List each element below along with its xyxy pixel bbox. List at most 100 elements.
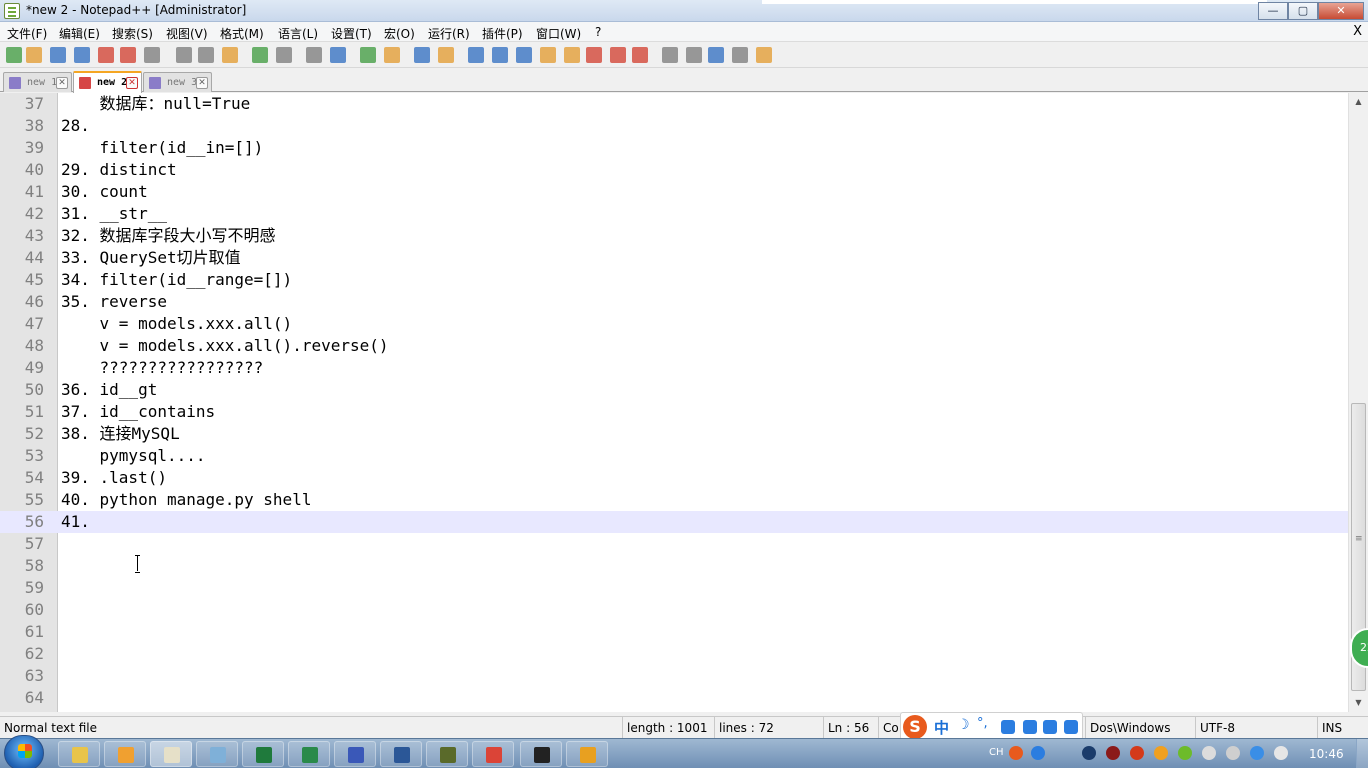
monitoring-icon[interactable] xyxy=(610,47,626,63)
menu-help[interactable]: ? xyxy=(595,25,601,39)
paste-icon[interactable] xyxy=(222,47,238,63)
editor-line[interactable]: 55 40. python manage.py shell xyxy=(0,489,1348,511)
editor-line[interactable]: 38 28. xyxy=(0,115,1348,137)
copy-icon[interactable] xyxy=(198,47,214,63)
taskbar-button-pycharm[interactable] xyxy=(520,741,562,767)
line-text[interactable]: v = models.xxx.all() xyxy=(61,313,293,335)
tray-language[interactable]: CH xyxy=(989,747,1004,758)
line-text[interactable]: 39. .last() xyxy=(61,467,167,489)
menu-window[interactable]: 窗口(W) xyxy=(536,25,581,42)
show-desktop-button[interactable] xyxy=(1356,739,1368,768)
editor-line[interactable]: 64 xyxy=(0,687,1348,709)
tray-device-icon[interactable] xyxy=(1202,746,1216,760)
editor-line[interactable]: 50 36. id__gt xyxy=(0,379,1348,401)
tab-new-1[interactable]: new 1 ✕ xyxy=(3,72,72,92)
plugin-icon[interactable] xyxy=(756,47,772,63)
menu-language[interactable]: 语言(L) xyxy=(278,25,318,42)
line-text[interactable]: 37. id__contains xyxy=(61,401,215,423)
taskbar-clock[interactable]: 10:46 xyxy=(1309,747,1344,761)
tab-close-icon[interactable]: ✕ xyxy=(56,77,68,89)
line-text[interactable]: v = models.xxx.all().reverse() xyxy=(61,335,389,357)
doc-map-icon[interactable] xyxy=(540,47,556,63)
editor-line[interactable]: 57 xyxy=(0,533,1348,555)
menu-file[interactable]: 文件(F) xyxy=(7,25,47,42)
line-text[interactable]: 40. python manage.py shell xyxy=(61,489,311,511)
replace-icon[interactable] xyxy=(330,47,346,63)
editor-line[interactable]: 61 xyxy=(0,621,1348,643)
redo-icon[interactable] xyxy=(276,47,292,63)
ime-chinese-mode[interactable]: 中 xyxy=(934,717,949,738)
sync-vertical-icon[interactable] xyxy=(414,47,430,63)
editor-line[interactable]: 43 32. 数据库字段大小写不明感 xyxy=(0,225,1348,247)
tray-record-icon[interactable] xyxy=(1130,746,1144,760)
menu-macro[interactable]: 宏(O) xyxy=(384,25,415,42)
save-all-icon[interactable] xyxy=(74,47,90,63)
editor-area[interactable]: 37 数据库：null=True 38 28. 39 filter(id__in=[]… xyxy=(0,93,1348,712)
close-window-button[interactable]: ✕ xyxy=(1318,2,1364,20)
editor-line[interactable]: 42 31. __str__ xyxy=(0,203,1348,225)
line-text[interactable]: 28. xyxy=(61,115,90,137)
editor-line[interactable]: 58 xyxy=(0,555,1348,577)
tray-flag-icon[interactable] xyxy=(1106,746,1120,760)
tray-display-icon[interactable] xyxy=(1250,746,1264,760)
undo-icon[interactable] xyxy=(252,47,268,63)
line-text[interactable]: 29. distinct xyxy=(61,159,177,181)
tray-app-icon[interactable] xyxy=(1154,746,1168,760)
macro-run-multiple-icon[interactable] xyxy=(708,47,724,63)
editor-line[interactable]: 63 xyxy=(0,665,1348,687)
menu-format[interactable]: 格式(M) xyxy=(220,25,264,42)
close-document-button[interactable]: X xyxy=(1353,24,1362,39)
word-wrap-icon[interactable] xyxy=(468,47,484,63)
taskbar-button-excel[interactable] xyxy=(242,741,284,767)
taskbar-button-network[interactable] xyxy=(426,741,468,767)
line-text[interactable]: 31. __str__ xyxy=(61,203,167,225)
editor-line[interactable]: 52 38. 连接MySQL xyxy=(0,423,1348,445)
sogou-logo-icon[interactable]: S xyxy=(903,715,927,739)
taskbar-button-app-c[interactable] xyxy=(288,741,330,767)
scroll-down-icon[interactable]: ▼ xyxy=(1349,694,1368,711)
line-text[interactable]: 41. xyxy=(61,511,90,533)
menu-settings[interactable]: 设置(T) xyxy=(331,25,372,42)
line-text[interactable]: pymysql.... xyxy=(61,445,206,467)
editor-line[interactable]: 45 34. filter(id__range=[]) xyxy=(0,269,1348,291)
menu-run[interactable]: 运行(R) xyxy=(428,25,470,42)
editor-line[interactable]: 53 pymysql.... xyxy=(0,445,1348,467)
editor-line[interactable]: 62 xyxy=(0,643,1348,665)
menu-plugins[interactable]: 插件(P) xyxy=(482,25,523,42)
scroll-up-icon[interactable]: ▲ xyxy=(1349,93,1368,110)
taskbar-button-paint[interactable] xyxy=(104,741,146,767)
print-icon[interactable] xyxy=(144,47,160,63)
open-file-icon[interactable] xyxy=(26,47,42,63)
taskbar-button-chrome[interactable] xyxy=(472,741,514,767)
line-text[interactable]: 32. 数据库字段大小写不明感 xyxy=(61,225,276,247)
line-text[interactable]: 36. id__gt xyxy=(61,379,157,401)
close-all-icon[interactable] xyxy=(120,47,136,63)
editor-line[interactable]: 41 30. count xyxy=(0,181,1348,203)
menu-view[interactable]: 视图(V) xyxy=(166,25,208,42)
editor-line[interactable]: 44 33. QuerySet切片取值 xyxy=(0,247,1348,269)
editor-line[interactable]: 46 35. reverse xyxy=(0,291,1348,313)
vertical-scrollbar[interactable]: ▲ ≡ ▼ xyxy=(1348,93,1368,712)
editor-line[interactable]: 60 xyxy=(0,599,1348,621)
tray-volume-icon[interactable] xyxy=(1274,746,1288,760)
tab-close-icon[interactable]: ✕ xyxy=(196,77,208,89)
function-list-icon[interactable] xyxy=(564,47,580,63)
zoom-out-icon[interactable] xyxy=(384,47,400,63)
start-button[interactable] xyxy=(4,735,44,768)
menu-search[interactable]: 搜索(S) xyxy=(112,25,153,42)
folder-as-workspace-icon[interactable] xyxy=(586,47,602,63)
tray-arrow-icon[interactable] xyxy=(1082,746,1096,760)
indent-guide-icon[interactable] xyxy=(516,47,532,63)
ime-punctuation-icon[interactable]: °, xyxy=(977,716,988,731)
editor-line[interactable]: 40 29. distinct xyxy=(0,159,1348,181)
ime-skin-icon[interactable] xyxy=(1043,720,1057,734)
taskbar-button-notepadpp[interactable] xyxy=(150,741,192,767)
editor-line[interactable]: 59 xyxy=(0,577,1348,599)
sync-horizontal-icon[interactable] xyxy=(438,47,454,63)
line-text[interactable]: 数据库：null=True xyxy=(61,93,251,115)
editor-line[interactable]: 54 39. .last() xyxy=(0,467,1348,489)
macro-record-icon[interactable] xyxy=(632,47,648,63)
taskbar-button-audio[interactable] xyxy=(566,741,608,767)
zoom-in-icon[interactable] xyxy=(360,47,376,63)
tray-security-icon[interactable] xyxy=(1178,746,1192,760)
